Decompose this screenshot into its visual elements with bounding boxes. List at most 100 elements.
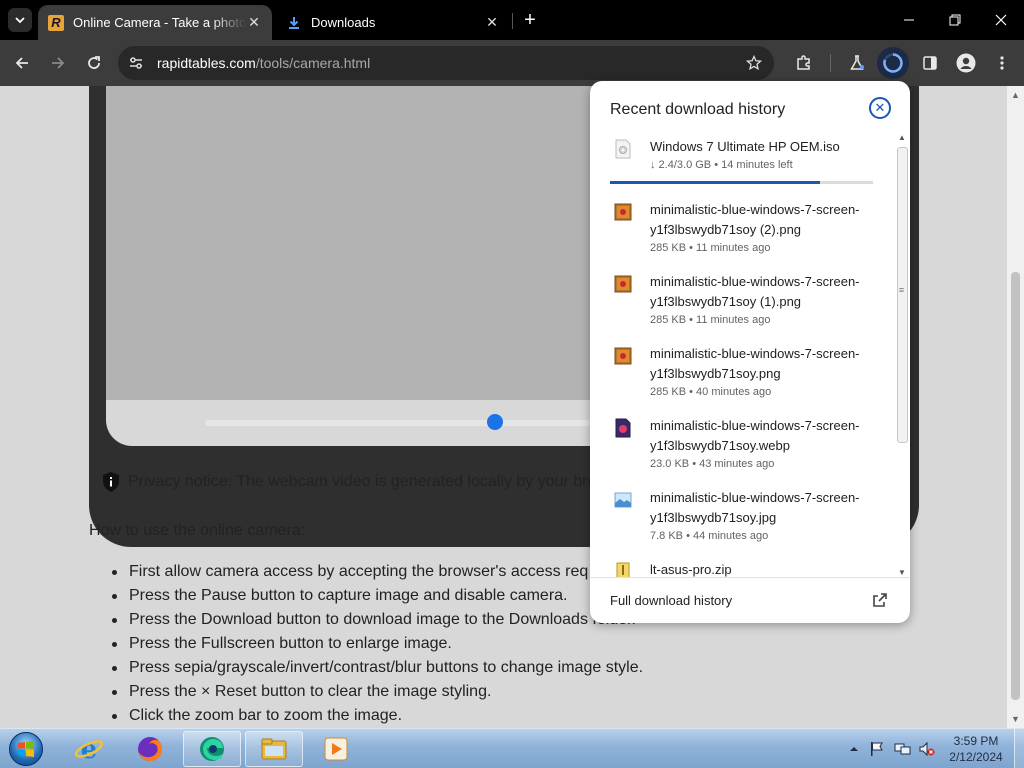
reload-button[interactable] <box>80 49 108 77</box>
reload-icon <box>88 56 100 69</box>
svg-text:e: e <box>81 735 98 764</box>
scroll-up-arrow-icon[interactable]: ▲ <box>1011 90 1020 100</box>
downloads-button[interactable] <box>877 47 909 79</box>
profile-button[interactable] <box>952 49 980 77</box>
chevron-up-icon <box>850 747 858 751</box>
tab-downloads[interactable]: Downloads ✕ <box>276 5 510 40</box>
flag-icon <box>871 742 883 756</box>
minimize-icon <box>904 19 914 21</box>
list-item: Press the × Reset button to clear the im… <box>111 682 643 706</box>
download-icon <box>286 15 302 31</box>
flask-icon <box>850 55 864 70</box>
network-button[interactable] <box>892 729 914 768</box>
action-center-button[interactable] <box>866 729 888 768</box>
taskbar-firefox[interactable] <box>121 731 179 767</box>
scrollbar-thumb[interactable] <box>897 147 908 443</box>
tab-close-button[interactable]: ✕ <box>246 14 262 31</box>
tab-close-button[interactable]: ✕ <box>484 14 500 31</box>
back-button[interactable] <box>8 49 36 77</box>
show-hidden-icons-button[interactable] <box>846 729 862 768</box>
network-icon <box>894 743 911 755</box>
page-scrollbar[interactable]: ▲ ▼ <box>1007 86 1024 728</box>
grip-icon: ≡ <box>898 285 905 295</box>
download-status: 285 KB • 11 minutes ago <box>650 242 771 254</box>
scroll-down-arrow-icon[interactable]: ▼ <box>898 568 906 577</box>
volume-button[interactable] <box>916 729 938 768</box>
taskbar-file-explorer[interactable] <box>245 731 303 767</box>
tab-strip: R Online Camera - Take a photo ✕ Downloa… <box>0 0 1024 40</box>
avatar-icon <box>956 53 976 73</box>
privacy-notice-text: Privacy notice: The webcam video is gene… <box>128 473 597 490</box>
volume-muted-icon <box>919 741 935 757</box>
extensions-button[interactable] <box>790 49 818 77</box>
taskbar-edge[interactable] <box>183 731 241 767</box>
close-icon <box>995 14 1007 26</box>
tab-title: Online Camera - Take a photo <box>73 15 246 30</box>
site-info-button[interactable] <box>124 51 148 75</box>
bookmark-star-button[interactable] <box>742 51 766 75</box>
open-in-new-icon[interactable] <box>870 590 890 610</box>
tune-icon <box>130 57 142 69</box>
howto-steps: First allow camera access by accepting t… <box>111 562 643 728</box>
clock-date: 2/12/2024 <box>949 750 1003 764</box>
show-desktop-button[interactable] <box>1014 729 1024 768</box>
close-window-button[interactable] <box>978 0 1024 40</box>
list-item: Press sepia/grayscale/invert/contrast/bl… <box>111 658 643 682</box>
tab-online-camera[interactable]: R Online Camera - Take a photo ✕ <box>38 5 272 40</box>
toolbar-divider <box>830 54 831 72</box>
taskbar-media-player[interactable] <box>307 731 365 767</box>
full-download-history-link[interactable]: Full download history <box>610 593 732 608</box>
windows-taskbar: e 3:59 PM 2/12/2024 <box>0 728 1024 768</box>
close-downloads-button[interactable]: ✕ <box>869 97 891 119</box>
downloads-footer[interactable]: Full download history <box>590 577 910 623</box>
jpg-file-icon <box>614 492 632 508</box>
downloads-title: Recent download history <box>610 101 786 118</box>
list-item: First allow camera access by accepting t… <box>111 562 643 586</box>
new-tab-button[interactable]: + <box>518 9 542 31</box>
download-progress-fill <box>610 181 821 184</box>
download-filename: minimalistic-blue-windows-7-screen-y1f3l… <box>650 418 860 453</box>
url-text: rapidtables.com/tools/camera.html <box>157 55 370 71</box>
arrow-right-icon <box>52 57 65 69</box>
download-filename: lt-asus-pro.zip <box>650 562 732 577</box>
menu-button[interactable] <box>988 49 1016 77</box>
iso-file-icon <box>615 139 631 159</box>
zoom-slider-handle[interactable] <box>486 414 503 430</box>
taskbar-clock[interactable]: 3:59 PM 2/12/2024 <box>944 733 1008 765</box>
webp-file-icon <box>615 418 631 438</box>
privacy-notice: Privacy notice: The webcam video is gene… <box>100 471 596 493</box>
list-item: Press the Pause button to capture image … <box>111 586 643 610</box>
chevron-down-icon <box>15 17 25 24</box>
download-status: 7.8 KB • 44 minutes ago <box>650 530 769 542</box>
labs-button[interactable] <box>843 49 871 77</box>
png-file-icon <box>614 203 632 221</box>
side-panel-button[interactable] <box>916 49 944 77</box>
scroll-up-arrow-icon[interactable]: ▲ <box>898 133 906 142</box>
zoom-bar[interactable] <box>205 420 591 426</box>
scroll-down-arrow-icon[interactable]: ▼ <box>1011 714 1020 724</box>
png-file-icon <box>614 275 632 293</box>
downloads-bubble: Recent download history ✕ Windows 7 Ulti… <box>590 81 910 623</box>
shield-icon <box>100 471 122 493</box>
forward-button[interactable] <box>44 49 72 77</box>
download-status: ↓ 2.4/3.0 GB • 14 minutes left <box>650 159 793 171</box>
clock-time: 3:59 PM <box>953 734 999 748</box>
edge-icon <box>200 737 224 761</box>
start-button[interactable] <box>5 729 47 768</box>
download-filename: minimalistic-blue-windows-7-screen-y1f3l… <box>650 346 860 381</box>
download-filename: minimalistic-blue-windows-7-screen-y1f3l… <box>650 202 860 237</box>
more-vert-icon <box>1000 56 1004 70</box>
zip-file-icon <box>616 562 630 577</box>
tab-search-button[interactable] <box>8 8 32 32</box>
minimize-button[interactable] <box>886 0 932 40</box>
browser-toolbar: rapidtables.com/tools/camera.html <box>0 40 1024 86</box>
file-explorer-icon <box>261 738 287 760</box>
download-progress-ring-icon <box>883 53 903 73</box>
address-bar[interactable]: rapidtables.com/tools/camera.html <box>118 46 774 80</box>
side-panel-icon <box>923 56 937 70</box>
taskbar-internet-explorer[interactable]: e <box>60 731 118 767</box>
scrollbar-thumb[interactable] <box>1011 272 1020 700</box>
restore-button[interactable] <box>932 0 978 40</box>
puzzle-icon <box>797 55 810 70</box>
downloads-scrollbar[interactable]: ▲ ≡ ▼ <box>896 133 908 577</box>
